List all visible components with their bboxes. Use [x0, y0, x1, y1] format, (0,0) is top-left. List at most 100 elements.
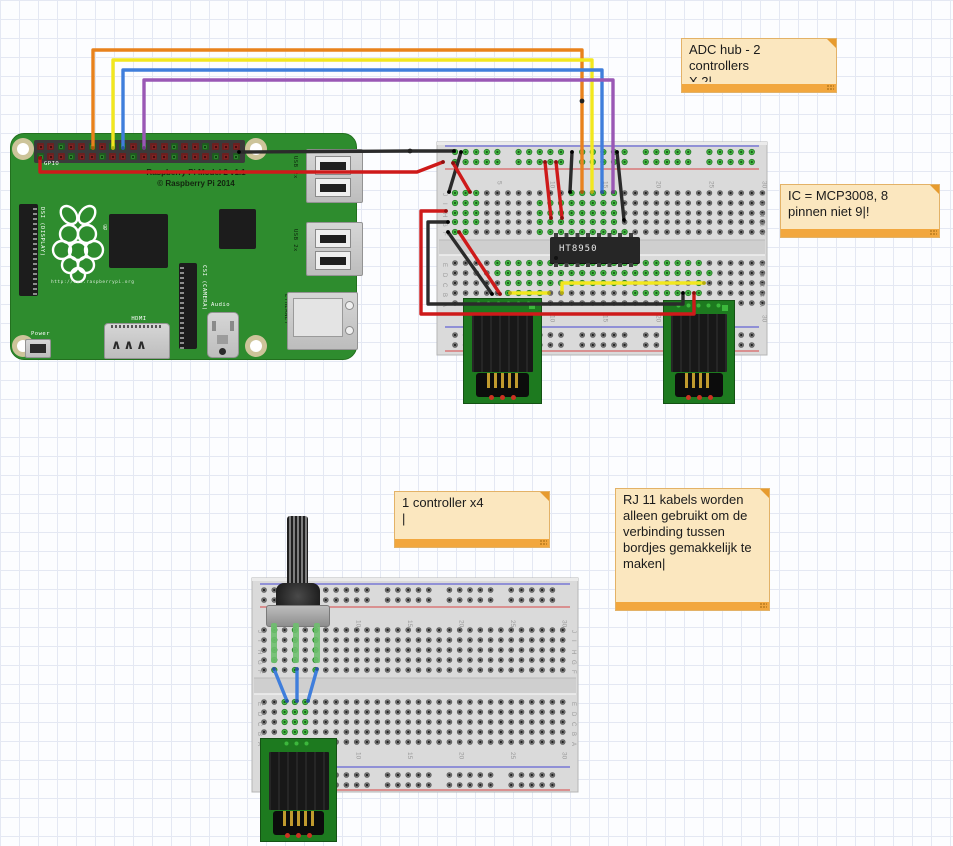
wire-blue-gpio-end[interactable] — [600, 190, 604, 194]
jumper-black-diag[interactable] — [448, 232, 492, 294]
wire-blue-pot-3[interactable] — [308, 669, 317, 701]
csi-connector[interactable] — [179, 263, 197, 349]
gpio-pin[interactable] — [130, 143, 137, 150]
gpio-pin[interactable] — [119, 143, 126, 150]
gpio-pin[interactable] — [181, 143, 188, 150]
gpio-pin[interactable] — [150, 143, 157, 150]
gpio-pin[interactable] — [202, 153, 209, 160]
jumper-red-diag-end[interactable] — [498, 292, 502, 296]
note-text[interactable]: IC = MCP3008, 8 pinnen niet 9|! — [788, 188, 926, 227]
note-resize-bar[interactable] — [781, 229, 939, 237]
gpio-pin[interactable] — [58, 143, 65, 150]
gpio-pin[interactable] — [161, 143, 168, 150]
gpio-header[interactable] — [34, 140, 245, 163]
wire-yellow-gpio-end[interactable] — [590, 190, 594, 194]
note-text[interactable]: 1 controller x4 | — [402, 495, 536, 537]
gpio-pin[interactable] — [161, 153, 168, 160]
gpio-pin[interactable] — [47, 143, 54, 150]
wire-blue-pot-1-end[interactable] — [285, 699, 289, 703]
jumper-red-rail-end[interactable] — [468, 190, 472, 194]
wire-yellow-long-end[interactable] — [560, 291, 564, 295]
usb-port-top[interactable] — [306, 149, 363, 203]
gpio-pin[interactable] — [222, 143, 229, 150]
gpio-pin[interactable] — [89, 143, 96, 150]
gpio-pin[interactable] — [78, 143, 85, 150]
gpio-pin[interactable] — [99, 143, 106, 150]
gpio-pin[interactable] — [109, 153, 116, 160]
wire-yellow-short-end[interactable] — [547, 291, 551, 295]
gpio-pin[interactable] — [109, 143, 116, 150]
gpio-pin[interactable] — [37, 143, 44, 150]
wire-red-wraparound-end[interactable] — [444, 209, 448, 213]
note-rj11-kabels[interactable]: RJ 11 kabels worden alleen gebruikt om d… — [615, 488, 770, 611]
gpio-pin[interactable] — [37, 153, 44, 160]
wire-blue-pot-3-end[interactable] — [315, 667, 319, 671]
jumper-black-rail-end[interactable] — [459, 150, 463, 154]
breadboard-holes[interactable] — [262, 627, 566, 744]
jumper-black-diag-end[interactable] — [490, 292, 494, 296]
jumper-red-diag[interactable] — [459, 232, 500, 294]
jumper-red-rail-end[interactable] — [451, 161, 455, 165]
gpio-pin[interactable] — [202, 143, 209, 150]
wire-blue-pot-1[interactable] — [274, 669, 287, 701]
gpio-pin[interactable] — [89, 153, 96, 160]
gpio-pin[interactable] — [47, 153, 54, 160]
gpio-pin[interactable] — [119, 153, 126, 160]
jumper-black-mid-1[interactable] — [570, 152, 572, 192]
jumper-black-mid-1-end[interactable] — [570, 150, 574, 154]
gpio-pin[interactable] — [68, 143, 75, 150]
jumper-red-mid-2[interactable] — [556, 162, 562, 218]
note-text[interactable]: ADC hub - 2 controllers X 2| — [689, 42, 823, 82]
note-adc-hub[interactable]: ADC hub - 2 controllers X 2| — [681, 38, 837, 93]
resize-grip-icon[interactable] — [827, 85, 834, 91]
note-ic-mcp3008[interactable]: IC = MCP3008, 8 pinnen niet 9|! — [780, 184, 940, 238]
wire-blue-pot-3-end[interactable] — [306, 699, 310, 703]
jumper-red-diag-end[interactable] — [457, 230, 461, 234]
wire-black-wraparound-end[interactable] — [446, 220, 450, 224]
wire-black-wraparound-end[interactable] — [681, 291, 685, 295]
gpio-pin[interactable] — [140, 153, 147, 160]
note-text[interactable]: RJ 11 kabels worden alleen gebruikt om d… — [623, 492, 756, 600]
rail-holes[interactable] — [452, 149, 754, 164]
gpio-pin[interactable] — [181, 153, 188, 160]
gpio-pin[interactable] — [233, 143, 240, 150]
resize-grip-icon[interactable] — [540, 540, 547, 546]
wire-black-5v-end[interactable] — [452, 149, 456, 153]
jumper-black-rail-end[interactable] — [447, 190, 451, 194]
dsi-connector[interactable] — [19, 204, 38, 296]
jumper-black-mid-2[interactable] — [617, 152, 624, 220]
resize-grip-icon[interactable] — [760, 603, 767, 609]
wire-purple-gpio-end[interactable] — [611, 190, 615, 194]
note-resize-bar[interactable] — [395, 539, 549, 547]
ic-mcp3008-chip[interactable]: HT8950 — [550, 237, 640, 263]
wire-orange-gpio-end[interactable] — [580, 190, 584, 194]
gpio-pin[interactable] — [212, 153, 219, 160]
jumper-red-mid-1-end[interactable] — [543, 160, 547, 164]
note-resize-bar[interactable] — [616, 602, 769, 610]
usb-port-bottom[interactable] — [306, 222, 363, 276]
wire-blue-pot-2-end[interactable] — [295, 667, 299, 671]
hdmi-port[interactable]: ∧∧∧ — [104, 323, 170, 359]
wire-bendpoint[interactable] — [408, 149, 413, 154]
gpio-pin[interactable] — [192, 153, 199, 160]
rj11-breakout-2[interactable] — [663, 300, 735, 404]
jumper-red-mid-1[interactable] — [545, 162, 551, 218]
jumper-black-rail[interactable] — [449, 152, 461, 192]
gpio-pin[interactable] — [150, 153, 157, 160]
jumper-black-mid-2-end[interactable] — [615, 150, 619, 154]
gpio-pin[interactable] — [130, 153, 137, 160]
raspberry-pi-board[interactable]: GPIO Raspberry Pi Model 2 v1.1 © Raspber… — [10, 133, 357, 360]
gpio-pin[interactable] — [222, 153, 229, 160]
rj11-breakout-1[interactable] — [463, 298, 542, 404]
jumper-red-mid-2-end[interactable] — [554, 160, 558, 164]
wire-blue-pot-2-end[interactable] — [295, 699, 299, 703]
power-micro-usb[interactable] — [25, 339, 51, 358]
gpio-pin[interactable] — [99, 153, 106, 160]
jumper-black-diag-end[interactable] — [446, 230, 450, 234]
gpio-pin[interactable] — [171, 143, 178, 150]
gpio-pin[interactable] — [140, 143, 147, 150]
jumper-red-rail[interactable] — [453, 163, 470, 192]
wire-yellow-short-end[interactable] — [508, 291, 512, 295]
wire-blue-pot-1-end[interactable] — [272, 667, 276, 671]
gpio-pin[interactable] — [192, 143, 199, 150]
